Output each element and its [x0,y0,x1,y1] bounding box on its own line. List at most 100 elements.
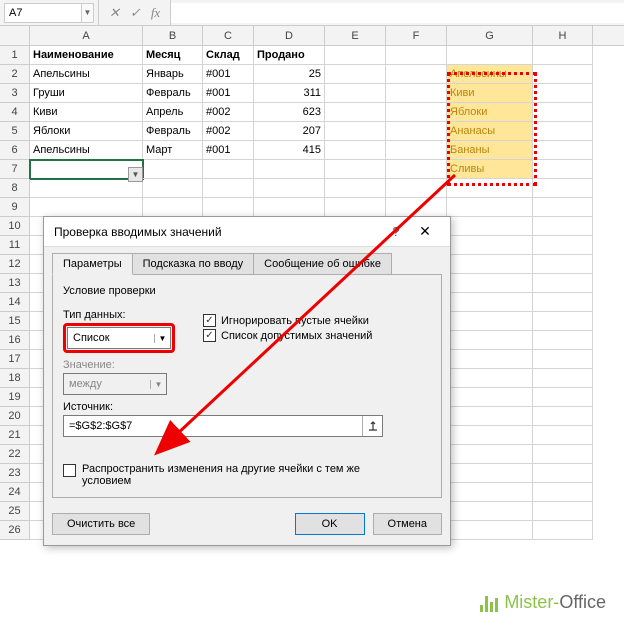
row-header[interactable]: 16 [0,331,30,350]
row-header[interactable]: 9 [0,198,30,217]
cell[interactable]: Февраль [143,84,203,103]
close-icon[interactable]: ✕ [410,223,440,240]
cell[interactable] [325,179,386,198]
cell[interactable]: #001 [203,141,254,160]
col-header[interactable]: D [254,26,325,45]
cell[interactable] [325,84,386,103]
tab-parameters[interactable]: Параметры [52,253,133,275]
col-header[interactable]: E [325,26,386,45]
cell[interactable] [447,255,533,274]
cell[interactable]: #002 [203,122,254,141]
cell[interactable] [447,179,533,198]
row-header[interactable]: 11 [0,236,30,255]
cell[interactable] [533,350,593,369]
ok-button[interactable]: OK [295,513,365,535]
cell[interactable] [447,502,533,521]
cell[interactable] [325,160,386,179]
cell[interactable] [325,141,386,160]
row-header[interactable]: 15 [0,312,30,331]
cell[interactable] [254,198,325,217]
cell[interactable] [447,46,533,65]
cell[interactable] [254,160,325,179]
cell[interactable] [447,236,533,255]
row-header[interactable]: 7 [0,160,30,179]
cell[interactable] [143,179,203,198]
row-header[interactable]: 17 [0,350,30,369]
cell[interactable] [447,388,533,407]
cell[interactable] [533,255,593,274]
cell[interactable] [533,198,593,217]
row-header[interactable]: 1 [0,46,30,65]
cell[interactable] [386,141,447,160]
row-header[interactable]: 3 [0,84,30,103]
cell[interactable] [203,198,254,217]
col-header[interactable]: G [447,26,533,45]
cell[interactable] [254,179,325,198]
cell[interactable] [30,198,143,217]
cell[interactable] [386,179,447,198]
cell[interactable] [447,445,533,464]
cell[interactable]: Март [143,141,203,160]
cell[interactable]: 311 [254,84,325,103]
cell[interactable]: Киви [30,103,143,122]
row-header[interactable]: 12 [0,255,30,274]
row-header[interactable]: 19 [0,388,30,407]
cell[interactable]: Сливы [447,160,533,179]
row-header[interactable]: 5 [0,122,30,141]
formula-input[interactable] [171,3,624,23]
cell[interactable] [533,312,593,331]
cell[interactable] [325,65,386,84]
cell[interactable]: #001 [203,84,254,103]
cell[interactable]: Апельсины [447,65,533,84]
row-header[interactable]: 8 [0,179,30,198]
cell[interactable] [533,293,593,312]
selected-cell[interactable] [30,160,143,179]
cell[interactable] [447,407,533,426]
cell[interactable] [533,217,593,236]
cell[interactable]: Продано [254,46,325,65]
source-input[interactable] [64,416,362,436]
cell[interactable] [533,464,593,483]
propagate-checkbox[interactable] [63,464,76,477]
dialog-titlebar[interactable]: Проверка вводимых значений ? ✕ [44,217,450,247]
tab-input-message[interactable]: Подсказка по вводу [132,253,255,275]
cell[interactable] [533,331,593,350]
cell[interactable] [447,217,533,236]
cell[interactable]: Яблоки [30,122,143,141]
cell[interactable] [447,350,533,369]
name-box[interactable] [4,3,82,23]
cell[interactable] [447,293,533,312]
confirm-icon[interactable]: ✓ [130,5,141,21]
cell[interactable] [533,388,593,407]
range-picker-icon[interactable] [362,416,382,436]
cell[interactable] [386,46,447,65]
cell[interactable] [447,426,533,445]
cell[interactable] [203,160,254,179]
cell[interactable]: 623 [254,103,325,122]
row-header[interactable]: 4 [0,103,30,122]
cell[interactable]: Январь [143,65,203,84]
cell[interactable] [325,46,386,65]
cell[interactable] [325,122,386,141]
cell[interactable]: Склад [203,46,254,65]
cell[interactable] [325,103,386,122]
cell[interactable] [325,198,386,217]
cell[interactable]: Апрель [143,103,203,122]
help-icon[interactable]: ? [382,224,410,239]
cell[interactable] [447,274,533,293]
cell[interactable] [143,198,203,217]
cell[interactable]: Месяц [143,46,203,65]
cell[interactable]: Бананы [447,141,533,160]
cell[interactable] [533,445,593,464]
cell[interactable] [386,198,447,217]
cell[interactable] [533,141,593,160]
cell[interactable] [447,198,533,217]
col-header[interactable]: H [533,26,593,45]
cell[interactable]: Наименование [30,46,143,65]
cell[interactable] [386,84,447,103]
cell[interactable] [386,160,447,179]
cell[interactable] [533,274,593,293]
row-header[interactable]: 2 [0,65,30,84]
cell[interactable] [447,521,533,540]
cell[interactable] [447,483,533,502]
